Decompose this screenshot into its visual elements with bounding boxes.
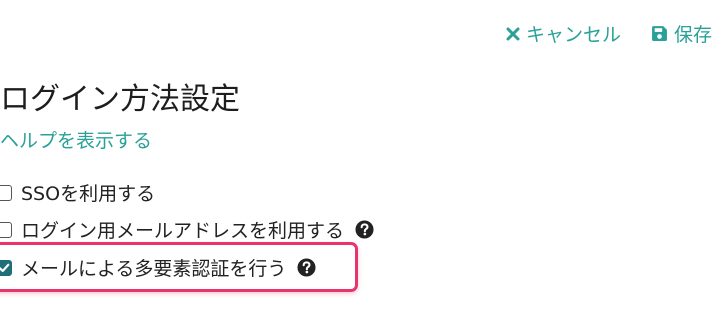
cancel-button[interactable]: キャンセル bbox=[506, 20, 621, 47]
floppy-disk-icon bbox=[651, 25, 668, 42]
page-title: ログイン方法設定 bbox=[0, 82, 240, 117]
action-bar: キャンセル 保存 bbox=[506, 20, 712, 47]
cancel-button-label: キャンセル bbox=[525, 24, 621, 46]
option-label: SSOを利用する bbox=[21, 183, 156, 205]
login-email-checkbox[interactable] bbox=[0, 221, 12, 238]
option-label: ログイン用メールアドレスを利用する bbox=[21, 220, 345, 242]
login-method-settings-page: キャンセル 保存 ログイン方法設定 ヘルプを表示する SSOを利用する ログイン… bbox=[0, 0, 720, 334]
save-button-label: 保存 bbox=[673, 24, 712, 46]
sso-checkbox[interactable] bbox=[0, 184, 12, 201]
highlight-box bbox=[0, 242, 358, 292]
close-icon bbox=[506, 27, 520, 41]
save-button[interactable]: 保存 bbox=[651, 20, 712, 47]
option-sso: SSOを利用する bbox=[0, 179, 155, 206]
help-link[interactable]: ヘルプを表示する bbox=[0, 126, 152, 153]
option-login-email: ログイン用メールアドレスを利用する bbox=[0, 216, 374, 243]
question-circle-icon[interactable] bbox=[355, 220, 374, 239]
